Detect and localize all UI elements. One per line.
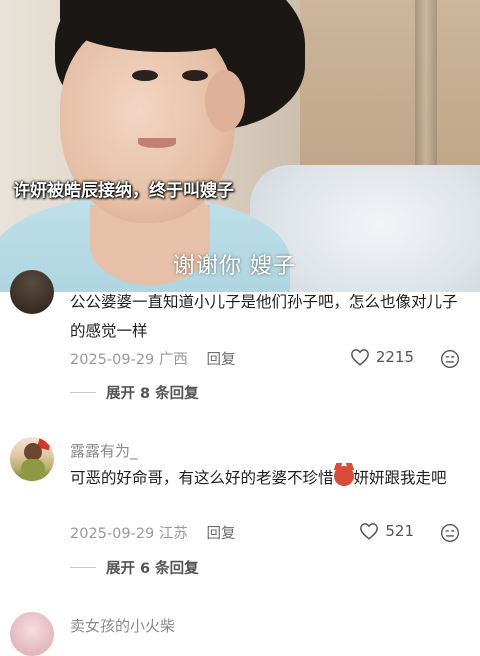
heart-outline-icon <box>360 523 379 540</box>
dislike-face-icon[interactable] <box>440 523 460 543</box>
comment-location: 广西 <box>158 352 188 368</box>
dislike-face-icon[interactable] <box>440 349 460 369</box>
video-player[interactable]: 许妍被皓辰接纳，终于叫嫂子 谢谢你 嫂子 <box>0 0 480 292</box>
comment-date: 2025-09-29 <box>70 352 155 368</box>
heart-outline-icon <box>350 349 369 366</box>
comment-text-part: 妍妍跟我走吧 <box>353 469 447 487</box>
comment-location: 江苏 <box>158 526 188 542</box>
like-count: 2215 <box>375 348 414 366</box>
right-eye <box>182 70 208 81</box>
expand-divider <box>70 567 96 568</box>
angry-face-emoji <box>333 466 354 486</box>
person-ear <box>205 70 245 132</box>
left-eye <box>132 70 158 81</box>
expand-replies-button[interactable]: 展开 8 条回复 <box>70 382 199 403</box>
comment-meta: 2025-09-29 广西 回复 <box>70 348 236 369</box>
comment-text[interactable]: 公公婆婆一直知道小儿子是他们孙子吧，怎么也像对儿子的感觉一样 <box>70 288 470 346</box>
comment-username[interactable]: 露露有为_ <box>70 440 138 461</box>
expand-divider <box>70 392 96 393</box>
like-button[interactable]: 521 <box>359 522 414 540</box>
comment-date: 2025-09-29 <box>70 526 155 542</box>
reply-button[interactable]: 回复 <box>207 352 236 368</box>
avatar[interactable] <box>10 270 54 314</box>
video-subtitle: 谢谢你 嫂子 <box>173 254 296 279</box>
like-count: 521 <box>385 522 414 540</box>
avatar[interactable] <box>10 437 54 481</box>
avatar-body <box>21 459 45 481</box>
expand-replies-label: 展开 8 条回复 <box>106 386 199 402</box>
mouth <box>138 138 176 148</box>
like-button[interactable]: 2215 <box>350 348 414 366</box>
expand-replies-label: 展开 6 条回复 <box>106 561 199 577</box>
comment-text[interactable]: 可恶的好命哥，有这么好的老婆不珍惜 妍妍跟我走吧 <box>70 464 470 493</box>
expand-replies-button[interactable]: 展开 6 条回复 <box>70 557 199 578</box>
comment-username[interactable]: 卖女孩的小火柴 <box>70 615 175 636</box>
reply-button[interactable]: 回复 <box>207 526 236 542</box>
video-caption: 许妍被皓辰接纳，终于叫嫂子 <box>13 181 234 201</box>
comment-meta: 2025-09-29 江苏 回复 <box>70 522 236 543</box>
comment-text-part: 可恶的好命哥，有这么好的老婆不珍惜 <box>70 469 334 487</box>
avatar[interactable] <box>10 612 54 656</box>
